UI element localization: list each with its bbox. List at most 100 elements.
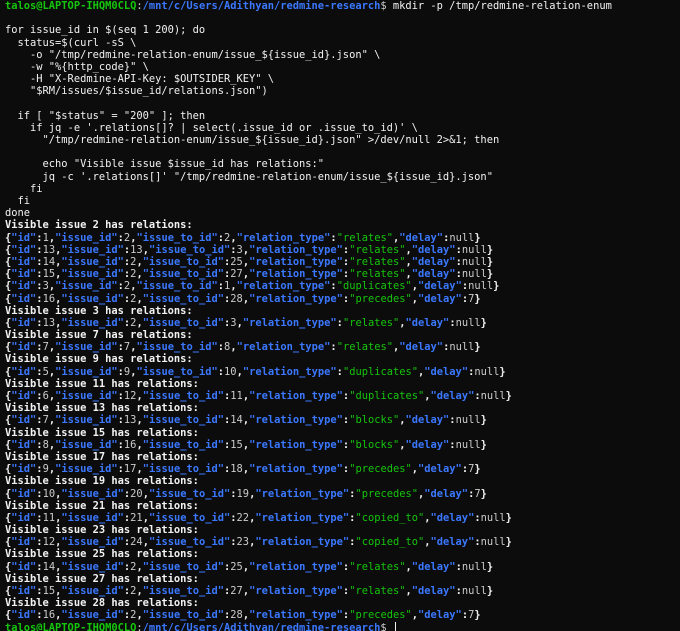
json-key-delay: "delay" <box>411 560 456 573</box>
json-key-issue-id: "issue_id" <box>55 341 118 354</box>
json-value-relation-type: "duplicates" <box>336 280 412 293</box>
prompt-line-first: talos@LAPTOP-IHQM0CLQ:/mnt/c/Users/Adith… <box>5 0 680 12</box>
json-key-issue-id: "issue_id" <box>61 292 124 305</box>
json-value-issue-id: 13 <box>123 414 137 427</box>
json-value-delay: null <box>461 560 487 573</box>
json-value-relation-type: "copied_to" <box>355 536 425 549</box>
json-value-delay: null <box>480 390 506 402</box>
json-key-relation-type: "relation_type" <box>249 560 343 573</box>
script-line: echo "Visible issue $issue_id has relati… <box>5 158 325 171</box>
relation-json-row: {"id":10,"issue_id":20,"issue_to_id":19,… <box>5 488 680 500</box>
json-value-issue-id: 17 <box>123 463 137 476</box>
json-value-relation-type: "relates" <box>349 585 406 597</box>
json-key-delay: "delay" <box>430 511 475 524</box>
json-key-id: "id" <box>11 292 37 305</box>
relations-header: Visible issue 21 has relations: <box>5 499 199 512</box>
json-value-relation-type: "precedes" <box>355 487 418 500</box>
relations-header: Visible issue 3 has relations: <box>5 304 193 317</box>
script-block: for issue_id in $(seq 1 200); do status=… <box>5 12 680 219</box>
script-line: done <box>5 207 31 220</box>
json-value-delay: null <box>480 511 506 524</box>
prompt-line-last[interactable]: talos@LAPTOP-IHQM0CLQ:/mnt/c/Users/Adith… <box>5 621 680 631</box>
json-key-delay: "delay" <box>399 231 444 244</box>
prompt-path: /mnt/c/Users/Adithyan/redmine-research <box>142 621 381 631</box>
script-line <box>5 12 680 24</box>
json-brace-close: } <box>505 536 512 549</box>
json-key-id: "id" <box>11 231 37 244</box>
json-value-id: 15 <box>42 268 56 281</box>
json-value-id: 16 <box>42 609 56 622</box>
json-value-delay: null <box>474 365 500 378</box>
json-key-id: "id" <box>11 438 37 451</box>
script-line <box>5 98 680 110</box>
json-value-relation-type: "duplicates" <box>342 365 419 378</box>
command-text: mkdir -p /tmp/redmine-relation-enum <box>386 0 612 12</box>
relations-header: Visible issue 27 has relations: <box>5 572 199 585</box>
relation-json-row: {"id":9,"issue_id":17,"issue_to_id":18,"… <box>5 463 680 475</box>
json-brace-close: } <box>486 268 494 281</box>
json-value-issue-id: 21 <box>130 511 143 524</box>
json-value-issue-to-id: 14 <box>230 414 243 427</box>
json-value-delay: null <box>455 316 481 329</box>
json-value-relation-type: "copied_to" <box>355 511 425 524</box>
json-key-id: "id" <box>11 414 37 427</box>
json-key-relation-type: "relation_type" <box>255 511 350 524</box>
relation-json-row: {"id":6,"issue_id":12,"issue_to_id":11,"… <box>5 390 680 402</box>
json-brace-close: } <box>486 585 494 597</box>
json-brace-close: } <box>474 292 481 305</box>
json-value-relation-type: "precedes" <box>349 463 412 476</box>
json-key-issue-id: "issue_id" <box>61 511 124 524</box>
relations-header: Visible issue 9 has relations: <box>5 353 193 366</box>
script-line: -w "%{http_code}" \ <box>5 60 149 73</box>
relation-json-row: {"id":12,"issue_id":24,"issue_to_id":23,… <box>5 536 680 548</box>
json-key-id: "id" <box>11 365 37 378</box>
json-value-relation-type: "relates" <box>342 316 400 329</box>
json-key-issue-id: "issue_id" <box>55 438 118 451</box>
json-key-delay: "delay" <box>424 487 469 500</box>
script-line: -H "X-Redmine-API-Key: $OUTSIDER_KEY" \ <box>5 73 274 86</box>
json-key-delay: "delay" <box>411 243 456 256</box>
json-key-issue-to-id: "issue_to_id" <box>148 487 231 500</box>
json-value-delay: null <box>468 280 494 293</box>
json-value-issue-id: 16 <box>123 438 137 451</box>
json-key-id: "id" <box>11 609 37 622</box>
json-key-relation-type: "relation_type" <box>249 268 343 281</box>
json-value-id: 11 <box>42 511 56 524</box>
json-key-issue-to-id: "issue_to_id" <box>148 536 231 549</box>
json-value-issue-to-id: 27 <box>230 585 243 597</box>
json-key-issue-id: "issue_id" <box>61 268 124 281</box>
json-value-relation-type: "relates" <box>336 231 393 244</box>
json-value-relation-type: "relates" <box>349 560 406 573</box>
json-brace-close: } <box>505 511 512 524</box>
json-key-issue-to-id: "issue_to_id" <box>142 268 225 281</box>
relation-json-row: {"id":11,"issue_id":21,"issue_to_id":22,… <box>5 512 680 524</box>
json-key-delay: "delay" <box>405 316 450 329</box>
relations-header: Visible issue 23 has relations: <box>5 524 199 537</box>
json-key-delay: "delay" <box>430 536 475 549</box>
json-key-relation-type: "relation_type" <box>255 536 350 549</box>
json-key-relation-type: "relation_type" <box>242 316 337 329</box>
json-value-issue-to-id: 23 <box>236 536 250 549</box>
json-key-relation-type: "relation_type" <box>236 231 331 244</box>
json-key-issue-to-id: "issue_to_id" <box>148 243 231 256</box>
json-key-id: "id" <box>11 560 37 573</box>
json-value-relation-type: "precedes" <box>349 609 412 622</box>
json-key-relation-type: "relation_type" <box>255 487 350 500</box>
json-key-id: "id" <box>11 511 37 524</box>
relations-header: Visible issue 7 has relations: <box>5 329 193 342</box>
relation-json-row: {"id":3,"issue_id":2,"issue_to_id":1,"re… <box>5 280 680 292</box>
text-cursor[interactable] <box>394 621 396 631</box>
script-line: if [ "$status" = "200" ]; then <box>5 109 206 122</box>
terminal-window[interactable]: talos@LAPTOP-IHQM0CLQ:/mnt/c/Users/Adith… <box>0 0 680 631</box>
json-value-delay: null <box>461 585 487 597</box>
json-key-relation-type: "relation_type" <box>236 341 331 354</box>
json-key-id: "id" <box>11 341 37 354</box>
json-key-issue-to-id: "issue_to_id" <box>142 390 225 402</box>
json-value-id: 15 <box>42 585 56 597</box>
json-key-issue-id: "issue_id" <box>61 585 124 597</box>
script-line: fi <box>5 195 31 207</box>
json-key-issue-to-id: "issue_to_id" <box>142 560 225 573</box>
script-line: status=$(curl -sS \ <box>5 36 137 49</box>
json-key-issue-to-id: "issue_to_id" <box>142 463 225 476</box>
json-value-id: 13 <box>42 243 56 256</box>
